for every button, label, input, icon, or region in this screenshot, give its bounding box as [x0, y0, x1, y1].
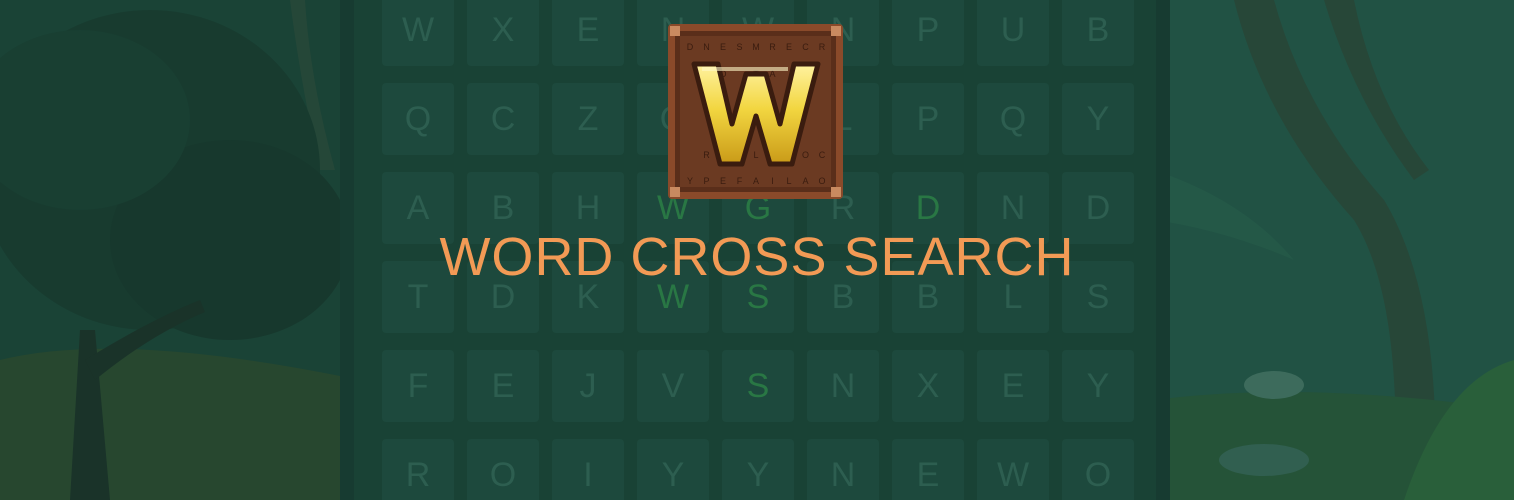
logo-grid-letter: M	[752, 42, 760, 52]
logo-grid-letter: L	[786, 176, 791, 186]
board-cell: Y	[1062, 350, 1134, 422]
board-cell: Z	[552, 83, 624, 155]
board-cell: Q	[977, 83, 1049, 155]
board-cell: W	[382, 0, 454, 66]
board-cell: O	[1062, 439, 1134, 500]
logo-grid-letter: R	[769, 42, 776, 52]
board-cell: N	[807, 350, 879, 422]
game-splash-screen: WXENWNPUBQCZOALPQYABHWGRDNDTDKWSBBLSFEJV…	[0, 0, 1514, 500]
board-cell: P	[892, 83, 964, 155]
logo-grid-letter: E	[720, 176, 726, 186]
board-cell: Y	[722, 439, 794, 500]
logo-grid-letter: R	[819, 42, 826, 52]
board-cell: C	[467, 83, 539, 155]
board-cell: F	[382, 350, 454, 422]
game-title: WORD CROSS SEARCH	[439, 227, 1075, 287]
logo-grid-letter: N	[703, 42, 710, 52]
board-cell: U	[977, 0, 1049, 66]
board-cell: O	[467, 439, 539, 500]
board-cell: Y	[1062, 83, 1134, 155]
board-cell: E	[552, 0, 624, 66]
board-cell: N	[807, 439, 879, 500]
logo-grid-letter: A	[753, 176, 759, 186]
board-cell: P	[892, 0, 964, 66]
board-cell: Q	[382, 83, 454, 155]
board-cell: V	[637, 350, 709, 422]
board-cell: X	[467, 0, 539, 66]
logo-grid-letter: S	[736, 42, 742, 52]
board-cell: W	[977, 439, 1049, 500]
logo-grid-letter: C	[819, 150, 826, 160]
board-cell: Y	[637, 439, 709, 500]
logo-grid-letter: D	[687, 42, 694, 52]
board-cell: E	[467, 350, 539, 422]
logo-grid-letter: P	[703, 176, 709, 186]
logo-grid-letter: I	[771, 176, 774, 186]
logo-grid-letter: Y	[687, 176, 693, 186]
logo-grid-letter: A	[802, 176, 808, 186]
game-logo-icon: DNESMRECRFOTARLROCYPEFAILAO	[668, 24, 843, 199]
board-cell: R	[382, 439, 454, 500]
board-cell: E	[892, 439, 964, 500]
logo-grid-letter: R	[703, 150, 710, 160]
board-cell: S	[722, 350, 794, 422]
logo-grid-letter: O	[818, 176, 825, 186]
board-cell: I	[552, 439, 624, 500]
logo-grid-letter: E	[786, 42, 792, 52]
logo-grid-letter: O	[802, 150, 809, 160]
board-cell: E	[977, 350, 1049, 422]
board-cell: J	[552, 350, 624, 422]
board-cell: B	[1062, 0, 1134, 66]
logo-grid-letter: L	[753, 150, 758, 160]
logo-grid-letter: E	[720, 42, 726, 52]
board-cell: X	[892, 350, 964, 422]
logo-grid-letter: C	[802, 42, 809, 52]
logo-grid-letter: F	[737, 176, 743, 186]
